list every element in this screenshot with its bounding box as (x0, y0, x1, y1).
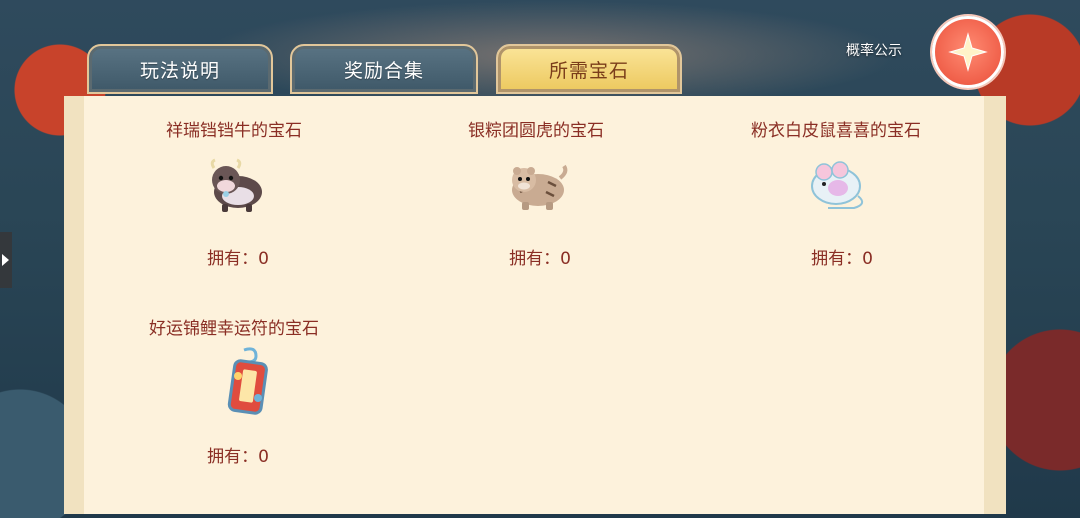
gem-owned-charm: 拥有：0 (207, 447, 269, 467)
gem-title-ox: 祥瑞铛铛牛的宝石 (166, 121, 302, 141)
gem-owned-mouse: 拥有：0 (811, 249, 873, 269)
tab-required-gems[interactable]: 所需宝石 (496, 44, 682, 94)
tab-label: 奖励合集 (343, 59, 424, 82)
gem-owned-tiger: 拥有：0 (509, 249, 571, 269)
mouse-icon (804, 150, 874, 220)
probability-disclosure-link[interactable]: 概率公示 (846, 40, 902, 60)
ox-icon (202, 150, 272, 220)
tiger-icon (502, 150, 572, 220)
tab-reward-collection[interactable]: 奖励合集 (290, 44, 478, 94)
tab-label: 玩法说明 (139, 59, 220, 82)
tab-gameplay-rules[interactable]: 玩法说明 (87, 44, 273, 94)
side-expand-arrow[interactable] (0, 232, 12, 288)
gem-owned-ox: 拥有：0 (207, 249, 269, 269)
gem-title-mouse: 粉衣白皮鼠喜喜的宝石 (751, 121, 921, 141)
tab-label: 所需宝石 (548, 59, 629, 82)
close-star-icon (948, 32, 988, 72)
gems-panel: 祥瑞铛铛牛的宝石 拥有：0 银粽团圆虎的宝石 拥有：0 粉衣白皮鼠喜喜的宝石 拥… (64, 96, 1006, 514)
charm-icon (214, 346, 284, 416)
gem-title-tiger: 银粽团圆虎的宝石 (468, 121, 604, 141)
chevron-right-icon (2, 254, 9, 266)
close-button[interactable] (932, 16, 1004, 88)
gem-title-charm: 好运锦鲤幸运符的宝石 (149, 319, 319, 339)
